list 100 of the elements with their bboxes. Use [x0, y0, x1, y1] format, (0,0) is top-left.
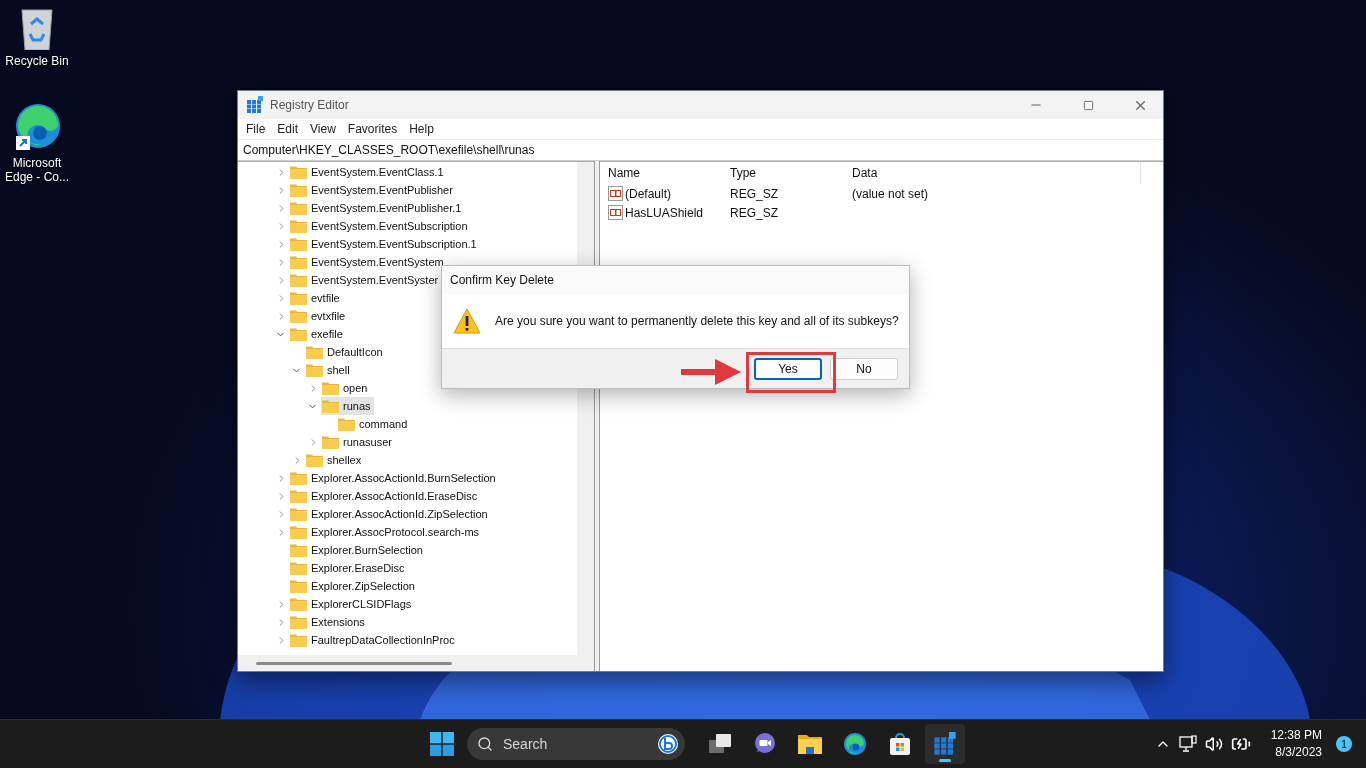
string-value-icon	[608, 186, 623, 201]
tree-item[interactable]: exefile	[289, 325, 346, 343]
value-type-cell-text: REG_SZ	[729, 205, 779, 220]
clock[interactable]: 12:38 PM 8/3/2023	[1270, 727, 1322, 761]
warning-icon	[453, 308, 481, 334]
tree-item[interactable]: ExplorerCLSIDFlags	[289, 595, 415, 613]
video-chat-icon	[753, 732, 777, 756]
desktop-icon-label[interactable]: Recycle Bin	[5, 54, 69, 68]
folder-icon	[306, 363, 323, 377]
tree-item[interactable]: FaultrepDataCollectionInProc	[289, 631, 458, 649]
folder-icon	[338, 417, 355, 431]
folder-icon	[290, 201, 307, 215]
tree-item[interactable]: Explorer.AssocProtocol.search-ms	[289, 523, 483, 541]
folder-icon	[290, 525, 307, 539]
menu-item[interactable]: Edit	[271, 119, 305, 139]
value-data-cell-text: (value not set)	[851, 186, 930, 201]
recycle-bin-icon	[20, 8, 54, 50]
search-input[interactable]: Search	[501, 735, 649, 753]
tree-item[interactable]: command	[337, 415, 411, 433]
app-logo-icon	[246, 96, 264, 114]
window-title: Registry Editor	[270, 98, 350, 112]
tree-item[interactable]: evtxfile	[289, 307, 349, 325]
dialog-message: Are you sure you want to permanently delete this key and all of its subkeys?	[495, 314, 899, 328]
clock-date: 8/3/2023	[1275, 744, 1322, 761]
value-name-cell: HasLUAShield	[606, 205, 728, 220]
folder-icon	[290, 579, 307, 593]
address-bar[interactable]: Computer\HKEY_CLASSES_ROOT\exefile\shell\runas	[238, 139, 1163, 161]
folder-icon	[290, 489, 307, 503]
tree-item[interactable]: shell	[305, 361, 353, 379]
registry-cubes-icon	[933, 732, 957, 756]
folder-icon	[290, 633, 307, 647]
tree-item[interactable]: Explorer.BurnSelection	[289, 541, 426, 559]
string-value-icon	[608, 205, 623, 220]
horizontal-scrollbar[interactable]	[238, 655, 594, 671]
desktop-icon-label[interactable]: Microsoft Edge - Co...	[0, 156, 74, 184]
tree-item[interactable]: EventSystem.EventSyster	[289, 271, 442, 289]
tree-item[interactable]: EventSystem.EventSubscription.1	[289, 235, 480, 253]
pointer-arrow	[679, 357, 743, 387]
folder-icon	[290, 291, 307, 305]
folder-icon	[290, 615, 307, 629]
column-header[interactable]: Name	[606, 162, 728, 184]
tree-item[interactable]: EventSystem.EventPublisher.1	[289, 199, 465, 217]
notification-badge[interactable]: 1	[1336, 736, 1352, 752]
folder-icon	[290, 183, 307, 197]
browser-swirl-icon	[843, 732, 867, 756]
folder-icon	[290, 327, 307, 341]
tree-item[interactable]: shellex	[305, 451, 365, 469]
folder-icon	[322, 381, 339, 395]
tree-item[interactable]: runasuser	[321, 433, 395, 451]
folder-icon	[306, 345, 323, 359]
tree-item[interactable]: EventSystem.EventPublisher	[289, 181, 456, 199]
folder-icon	[290, 237, 307, 251]
tree-item[interactable]: Explorer.AssocActionId.BurnSelection	[289, 469, 499, 487]
tree-item[interactable]: EventSystem.EventClass.1	[289, 163, 447, 181]
tree-item[interactable]: EventSystem.EventSubscription	[289, 217, 471, 235]
folder-icon	[322, 399, 339, 413]
folder-icon	[290, 471, 307, 485]
tree-item[interactable]: DefaultIcon	[305, 343, 386, 361]
folder-icon	[306, 453, 323, 467]
search-bar[interactable]: Search	[467, 728, 685, 760]
tree-item[interactable]: open	[321, 379, 371, 397]
folder-icon	[290, 309, 307, 323]
column-header[interactable]: Data	[850, 162, 1141, 184]
folder-icon	[322, 435, 339, 449]
task-view-icon	[708, 733, 732, 755]
folder-icon	[290, 255, 307, 269]
folder-icon	[290, 273, 307, 287]
dialog-title: Confirm Key Delete	[442, 266, 909, 294]
value-type-cell-text: REG_SZ	[729, 186, 779, 201]
tree-item[interactable]: runas	[321, 397, 374, 415]
folder-icon	[290, 507, 307, 521]
dialog-button[interactable]: No	[830, 357, 898, 380]
start-grid-icon	[430, 732, 454, 756]
menu-item[interactable]: Favorites	[341, 119, 404, 139]
tree-item[interactable]: Explorer.ZipSelection	[289, 577, 418, 595]
folder-icon	[290, 219, 307, 233]
tree-item[interactable]: Explorer.AssocActionId.EraseDisc	[289, 487, 481, 505]
tree-item[interactable]: Extensions	[289, 613, 368, 631]
clock-time: 12:38 PM	[1270, 727, 1322, 744]
maximize-icon	[1082, 99, 1094, 111]
folder-icon	[290, 543, 307, 557]
search-icon	[477, 736, 493, 752]
volume-icon[interactable]	[1204, 735, 1223, 753]
scroll-thumb[interactable]	[256, 661, 452, 665]
folder-icon	[290, 165, 307, 179]
folder-icon	[290, 561, 307, 575]
value-name-cell: (Default)	[606, 186, 728, 201]
folder-icon	[290, 597, 307, 611]
tree-item[interactable]: evtfile	[289, 289, 343, 307]
menu-item[interactable]: Help	[403, 119, 440, 139]
column-header[interactable]: Type	[728, 162, 850, 184]
tree-item[interactable]: Explorer.AssocActionId.ZipSelection	[289, 505, 491, 523]
menu-item[interactable]: View	[304, 119, 342, 139]
dialog-button[interactable]: Yes	[754, 357, 822, 380]
network-icon[interactable]	[1178, 735, 1197, 753]
store-bag-icon	[888, 732, 912, 756]
tree-item[interactable]: Explorer.EraseDisc	[289, 559, 408, 577]
menu-item[interactable]: File	[240, 119, 272, 139]
folder-icon	[797, 733, 823, 755]
chat-b-icon	[657, 733, 679, 755]
